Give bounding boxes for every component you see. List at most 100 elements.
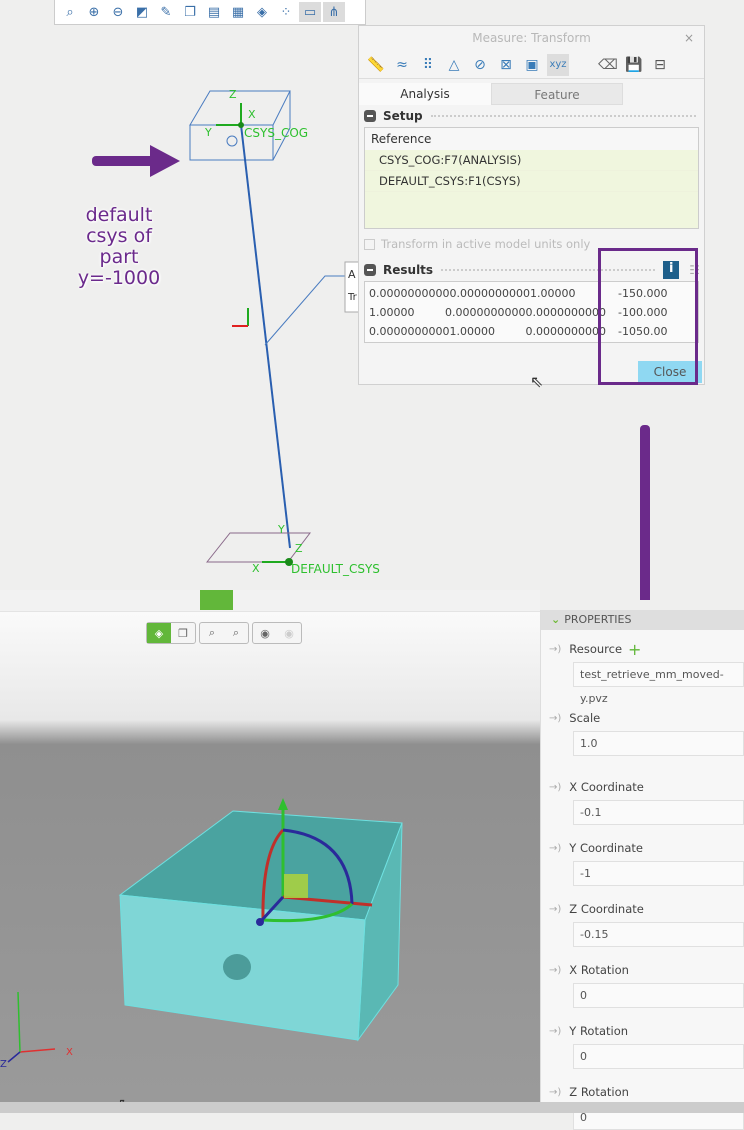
cell: 0.0000000000 — [369, 325, 450, 338]
binding-arrow-icon[interactable]: →) — [549, 1026, 561, 1037]
callout-label: A — [348, 268, 356, 281]
chevron-down-icon: ⌄ — [551, 613, 561, 626]
axis-label: Y — [204, 126, 212, 139]
save-icon[interactable]: 💾 — [623, 54, 645, 76]
property-label: Y Coordinate — [569, 841, 644, 855]
property-z-coordinate: →) Z Coordinate -0.15 — [541, 896, 744, 947]
property-label: X Coordinate — [569, 780, 644, 794]
cell: 0.0000000000 — [449, 287, 530, 300]
zoom-selected-icon[interactable]: ⌕ — [200, 623, 224, 643]
property-input[interactable]: -0.15 — [573, 922, 744, 947]
annotation-line: default — [85, 204, 153, 226]
panel-title: PROPERTIES — [564, 613, 632, 626]
show-icon[interactable]: ◉ — [277, 623, 301, 643]
arrow-down-icon — [640, 425, 650, 600]
property-label-row: →) Y Rotation — [541, 1018, 744, 1044]
binding-arrow-icon[interactable]: →) — [549, 904, 561, 915]
axis-label: X — [66, 1047, 73, 1058]
binding-arrow-icon[interactable]: →) — [549, 713, 561, 724]
eraser-icon[interactable]: ⌫ — [597, 54, 619, 76]
3d-view-icon[interactable]: ◈ — [147, 623, 171, 643]
mouse-cursor-icon: ⇖ — [530, 372, 544, 391]
property-label-row: →) X Coordinate — [541, 774, 744, 800]
binding-arrow-icon[interactable]: →) — [549, 965, 561, 976]
small-triad — [232, 308, 249, 327]
reference-item[interactable]: DEFAULT_CSYS:F1(CSYS) — [365, 171, 698, 192]
section-title: Results — [383, 263, 434, 277]
collapse-icon[interactable]: ⊟ — [649, 54, 671, 76]
reference-item[interactable]: CSYS_COG:F7(ANALYSIS) — [365, 150, 698, 171]
viewer-top-strip — [0, 590, 540, 612]
length-icon[interactable]: 📏 — [365, 54, 387, 76]
hide-icon[interactable]: ◉ — [253, 623, 277, 643]
property-x-rotation: →) X Rotation 0 — [541, 957, 744, 1008]
property-label: Y Rotation — [569, 1024, 629, 1038]
property-input[interactable]: test_retrieve_mm_moved-y.pvz — [573, 662, 744, 705]
setup-section-header[interactable]: Setup — [359, 105, 704, 127]
distance-icon[interactable]: ⠿ — [417, 54, 439, 76]
3d-viewport[interactable]: X Z — [0, 612, 540, 1102]
axis-label: Z — [0, 1059, 7, 1070]
volume-icon[interactable]: ▣ — [521, 54, 543, 76]
measure-line — [240, 124, 291, 549]
2d-view-icon[interactable]: ❐ — [171, 623, 195, 643]
property-label: Resource — [569, 642, 623, 656]
property-input[interactable]: -1 — [573, 861, 744, 886]
highlight-box — [598, 248, 698, 385]
property-label: Z Coordinate — [569, 902, 644, 916]
property-x-coordinate: →) X Coordinate -0.1 — [541, 774, 744, 825]
measure-toolbar: 📏 ≈ ⠿ △ ⊘ ⊠ ▣ xyz ⌫ 💾 ⊟ — [359, 51, 704, 79]
cell: 1.00000 — [529, 287, 576, 300]
property-label: Z Rotation — [569, 1085, 629, 1099]
tab-analysis[interactable]: Analysis — [359, 83, 491, 105]
annotation-text: default csys of part y=-1000 — [64, 205, 174, 289]
binding-arrow-icon[interactable]: →) — [549, 1087, 561, 1098]
close-icon[interactable]: × — [684, 26, 694, 51]
horizontal-scrollbar[interactable] — [0, 1102, 744, 1113]
axis-label: X — [252, 562, 260, 575]
reference-header: Reference — [365, 128, 698, 150]
binding-arrow-icon[interactable]: →) — [549, 782, 561, 793]
callout-leader — [264, 275, 345, 346]
transform-icon[interactable]: xyz — [547, 53, 569, 76]
property-input[interactable]: -0.1 — [573, 800, 744, 825]
default-csys-label: DEFAULT_CSYS — [291, 562, 380, 576]
csys-cog-label: CSYS_COG — [244, 126, 308, 140]
property-label: X Rotation — [569, 963, 629, 977]
angle-icon[interactable]: △ — [443, 54, 465, 76]
checkbox-label: Transform in active model units only — [381, 237, 591, 251]
reference-list: Reference CSYS_COG:F7(ANALYSIS) DEFAULT_… — [364, 127, 699, 229]
property-label-row: →) X Rotation — [541, 957, 744, 983]
properties-header[interactable]: ⌄ PROPERTIES — [541, 610, 744, 630]
axis-label: Z — [295, 542, 303, 555]
property-label-row: →) Z Coordinate — [541, 896, 744, 922]
property-resource: →) Resource + test_retrieve_mm_moved-y.pvz — [541, 636, 744, 705]
property-label: Scale — [569, 711, 601, 725]
binding-arrow-icon[interactable]: →) — [549, 843, 561, 854]
curve-icon[interactable]: ≈ — [391, 54, 413, 76]
property-input[interactable]: 1.0 — [573, 731, 744, 756]
binding-arrow-icon[interactable]: →) — [549, 644, 561, 655]
property-scale: →) Scale 1.0 — [541, 705, 744, 756]
property-input[interactable]: 0 — [573, 983, 744, 1008]
tab-feature[interactable]: Feature — [491, 83, 623, 105]
property-input[interactable]: 0 — [573, 1044, 744, 1069]
section-title: Setup — [383, 109, 423, 123]
add-icon[interactable]: + — [628, 640, 641, 659]
cell: 0.0000000000 — [525, 306, 606, 319]
area-icon[interactable]: ⊠ — [495, 54, 517, 76]
properties-panel: ⌄ PROPERTIES →) Resource + test_retrieve_mm_… — [540, 610, 744, 1130]
collapse-icon[interactable] — [364, 264, 376, 276]
callout-label: Tr — [347, 292, 358, 303]
viewer-toolbar: ◈ ❐ ⌕ ⌕ ◉ ◉ — [146, 622, 302, 644]
dialog-title-bar: Measure: Transform × — [359, 26, 704, 51]
annotation-line: y=-1000 — [77, 267, 161, 289]
axis-label: X — [248, 108, 256, 121]
collapse-icon[interactable] — [364, 110, 376, 122]
diameter-icon[interactable]: ⊘ — [469, 54, 491, 76]
active-tab-indicator — [200, 590, 233, 610]
annotation-line: part — [99, 246, 139, 268]
annotation-line: csys of — [86, 225, 152, 247]
zoom-window-icon[interactable]: ⌕ — [224, 623, 248, 643]
property-label-row: →) Scale — [541, 705, 744, 731]
